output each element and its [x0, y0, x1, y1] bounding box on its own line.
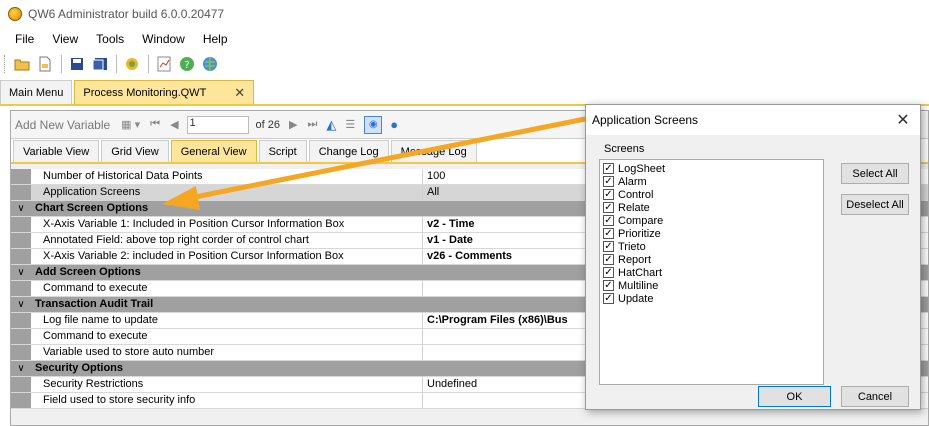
menu-file[interactable]: File: [6, 32, 43, 46]
tab-label: Main Menu: [9, 86, 64, 99]
tab-script[interactable]: Script: [258, 140, 307, 162]
property-name: Command to execute: [31, 329, 423, 344]
cancel-button[interactable]: Cancel: [841, 386, 909, 407]
property-name: Command to execute: [31, 281, 423, 296]
list-item[interactable]: ✓ Alarm: [603, 175, 820, 188]
checkbox-checked-icon[interactable]: ✓: [603, 267, 614, 278]
tab-change-log[interactable]: Change Log: [308, 140, 389, 162]
main-toolbar: ?: [0, 50, 929, 78]
title-bar: QW6 Administrator build 6.0.0.20477: [0, 0, 929, 28]
record-number-input[interactable]: 1: [186, 115, 249, 134]
document-tabs: Main Menu Process Monitoring.QWT ✕: [0, 80, 929, 106]
property-name: Security Restrictions: [31, 377, 423, 392]
category-label: Security Options: [35, 362, 124, 374]
list-item[interactable]: ✓ Multiline: [603, 279, 820, 292]
checkbox-checked-icon[interactable]: ✓: [603, 176, 614, 187]
menu-view[interactable]: View: [43, 32, 87, 46]
toolbar-separator: [61, 55, 62, 73]
property-name: X-Axis Variable 2: included in Position …: [31, 249, 423, 264]
tab-general-view[interactable]: General View: [170, 140, 257, 162]
binoculars-icon[interactable]: ◭: [326, 117, 336, 133]
help-icon[interactable]: ?: [176, 53, 198, 75]
help-icon[interactable]: ●: [390, 117, 398, 132]
collapse-icon[interactable]: ∨: [11, 361, 31, 376]
list-item[interactable]: ✓ Report: [603, 253, 820, 266]
toolbar-separator: [116, 55, 117, 73]
list-item[interactable]: ✓ Trieto: [603, 240, 820, 253]
last-record-icon[interactable]: ⏭: [307, 118, 317, 131]
list-item[interactable]: ✓ Update: [603, 292, 820, 305]
close-icon[interactable]: ✕: [886, 110, 920, 130]
checkbox-checked-icon[interactable]: ✓: [603, 215, 614, 226]
save-all-icon[interactable]: [89, 53, 111, 75]
open-folder-icon[interactable]: [11, 53, 33, 75]
tab-label: Process Monitoring.QWT: [83, 86, 207, 99]
application-screens-dialog: Application Screens ✕ Screens ✓ LogSheet …: [585, 104, 921, 410]
window-title: QW6 Administrator build 6.0.0.20477: [28, 7, 225, 21]
toolbar-grip[interactable]: [4, 55, 7, 73]
property-name: X-Axis Variable 1: Included in Position …: [31, 217, 423, 232]
first-record-icon[interactable]: ⏮: [150, 118, 160, 131]
list-item[interactable]: ✓ Relate: [603, 201, 820, 214]
ok-button[interactable]: OK: [758, 386, 831, 407]
collapse-icon[interactable]: ∨: [11, 201, 31, 216]
menu-bar: File View Tools Window Help: [0, 28, 929, 50]
list-item[interactable]: ✓ Control: [603, 188, 820, 201]
list-item[interactable]: ✓ LogSheet: [603, 162, 820, 175]
record-count: of 26: [255, 118, 280, 131]
checkbox-checked-icon[interactable]: ✓: [603, 293, 614, 304]
next-record-icon[interactable]: ▶: [289, 118, 297, 131]
new-file-icon[interactable]: [34, 53, 56, 75]
tab-main-menu[interactable]: Main Menu: [0, 80, 73, 104]
dialog-title: Application Screens: [592, 113, 699, 127]
deselect-all-button[interactable]: Deselect All: [841, 194, 909, 215]
menu-window[interactable]: Window: [133, 32, 194, 46]
save-icon[interactable]: [66, 53, 88, 75]
tab-grid-view[interactable]: Grid View: [101, 140, 169, 162]
select-all-button[interactable]: Select All: [841, 163, 909, 184]
app-logo-icon: [8, 7, 22, 21]
collapse-icon[interactable]: ∨: [11, 297, 31, 312]
category-label: Transaction Audit Trail: [35, 298, 154, 310]
property-name: Application Screens: [31, 185, 423, 200]
toolbar-separator: [148, 55, 149, 73]
list-item[interactable]: ✓ Compare: [603, 214, 820, 227]
checkbox-checked-icon[interactable]: ✓: [603, 163, 614, 174]
property-name: Log file name to update: [31, 313, 423, 328]
checkbox-checked-icon[interactable]: ✓: [603, 189, 614, 200]
screens-label: Screens: [604, 143, 645, 155]
tab-message-log[interactable]: Message Log: [390, 140, 477, 162]
view-toggle-icon[interactable]: ◉: [364, 115, 383, 134]
menu-tools[interactable]: Tools: [87, 32, 133, 46]
property-name: Variable used to store auto number: [31, 345, 423, 360]
list-item[interactable]: ✓ HatChart: [603, 266, 820, 279]
list-item[interactable]: ✓ Prioritize: [603, 227, 820, 240]
category-label: Chart Screen Options: [35, 202, 149, 214]
web-icon[interactable]: [199, 53, 221, 75]
close-icon[interactable]: ✕: [234, 85, 245, 101]
collapse-icon[interactable]: ∨: [11, 265, 31, 280]
checkbox-checked-icon[interactable]: ✓: [603, 241, 614, 252]
screens-checklist: ✓ LogSheet ✓ Alarm ✓ Control ✓ Relate ✓ Compa…: [599, 159, 824, 385]
menu-help[interactable]: Help: [194, 32, 237, 46]
property-name: Annotated Field: above top right corder …: [31, 233, 423, 248]
tab-process-monitoring[interactable]: Process Monitoring.QWT ✕: [74, 80, 255, 104]
table-icon[interactable]: ☰: [345, 118, 355, 131]
checkbox-checked-icon[interactable]: ✓: [603, 280, 614, 291]
add-new-variable-button[interactable]: Add New Variable: [15, 118, 110, 132]
wizard-icon[interactable]: [121, 53, 143, 75]
property-name: Field used to store security info: [31, 393, 423, 408]
tab-variable-view[interactable]: Variable View: [13, 140, 100, 162]
report-icon[interactable]: [153, 53, 175, 75]
property-name: Number of Historical Data Points: [31, 169, 423, 184]
grid-dropdown-icon[interactable]: ▦ ▾: [121, 118, 140, 131]
category-label: Add Screen Options: [35, 266, 141, 278]
dialog-title-bar: Application Screens ✕: [586, 105, 920, 135]
previous-record-icon[interactable]: ◀: [170, 118, 178, 131]
checkbox-checked-icon[interactable]: ✓: [603, 254, 614, 265]
svg-text:?: ?: [184, 60, 189, 71]
checkbox-checked-icon[interactable]: ✓: [603, 228, 614, 239]
checkbox-checked-icon[interactable]: ✓: [603, 202, 614, 213]
